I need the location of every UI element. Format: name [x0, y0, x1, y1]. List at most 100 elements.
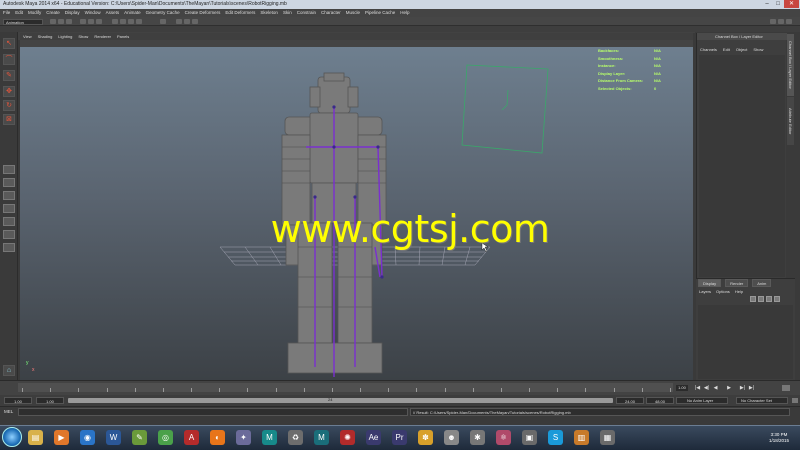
go-to-start-button[interactable]: |◀: [694, 385, 701, 391]
media-player-icon[interactable]: ▶: [54, 430, 69, 445]
hypershade-layout-icon[interactable]: [3, 230, 15, 239]
stamp-icon[interactable]: ▦: [600, 430, 615, 445]
menu-edit-deformers[interactable]: Edit Deformers: [225, 9, 255, 17]
perspective-viewport[interactable]: Backfaces: N/A Smoothness: N/A Instance: N/…: [20, 47, 693, 380]
premiere-icon[interactable]: Pr: [392, 430, 407, 445]
toggle-tool-settings-icon[interactable]: [786, 19, 792, 24]
playback-range-bar[interactable]: [68, 398, 613, 403]
current-frame-field[interactable]: 1.00: [676, 385, 688, 391]
move-layer-up-icon[interactable]: [750, 296, 756, 302]
bugs-icon[interactable]: ✽: [418, 430, 433, 445]
menu-muscle[interactable]: Muscle: [346, 9, 360, 17]
auto-key-icon[interactable]: [792, 398, 798, 403]
word-icon[interactable]: W: [106, 430, 121, 445]
menu-animate[interactable]: Animate: [124, 9, 141, 17]
firefox-icon[interactable]: ◐: [210, 430, 225, 445]
play-forwards-button[interactable]: ▶: [721, 385, 737, 391]
playback-start-field[interactable]: 1.00: [36, 397, 64, 404]
maximize-button[interactable]: □: [773, 0, 783, 8]
open-scene-icon[interactable]: [58, 19, 64, 24]
animation-preferences-icon[interactable]: [782, 385, 790, 391]
menu-assets[interactable]: Assets: [106, 9, 120, 17]
lasso-tool-icon[interactable]: ⌒: [3, 54, 15, 65]
step-forward-key-button[interactable]: ▶|: [739, 385, 746, 391]
menu-edit[interactable]: Edit: [15, 9, 23, 17]
menu-skeleton[interactable]: Skeleton: [260, 9, 278, 17]
le-menu-options[interactable]: Options: [716, 288, 730, 295]
animation-start-field[interactable]: 1.00: [4, 397, 32, 404]
snap-plane-icon[interactable]: [136, 19, 142, 24]
character-set-dropdown[interactable]: No Character Set: [736, 397, 788, 404]
chrome-icon[interactable]: ◎: [158, 430, 173, 445]
history-icon[interactable]: [160, 19, 166, 24]
cb-menu-object[interactable]: Object: [736, 46, 748, 53]
select-tool-icon[interactable]: ↖: [3, 38, 15, 49]
recycle-icon[interactable]: ♻: [288, 430, 303, 445]
scale-tool-icon[interactable]: ⊠: [3, 114, 15, 125]
menu-display[interactable]: Display: [65, 9, 80, 17]
minimize-button[interactable]: –: [762, 0, 772, 8]
menu-file[interactable]: File: [3, 9, 10, 17]
aftereffects-icon[interactable]: Ae: [366, 430, 381, 445]
tab-channel-box[interactable]: Channel Box / Layer Editor: [787, 34, 794, 96]
rotate-tool-icon[interactable]: ↻: [3, 100, 15, 111]
menu-character[interactable]: Character: [321, 9, 341, 17]
system-clock[interactable]: 3:30 PM 1/18/2015: [762, 432, 796, 444]
skype-icon[interactable]: S: [548, 430, 563, 445]
render-icon[interactable]: [176, 19, 182, 24]
single-pane-layout-icon[interactable]: [3, 165, 15, 174]
snap-grid-icon[interactable]: [112, 19, 118, 24]
step-back-key-button[interactable]: ◀|: [703, 385, 710, 391]
menu-window[interactable]: Window: [85, 9, 101, 17]
panel-menu-shading[interactable]: Shading: [38, 33, 53, 40]
snap-point-icon[interactable]: [128, 19, 134, 24]
tab-anim[interactable]: Anim: [752, 279, 772, 287]
tab-render[interactable]: Render: [725, 279, 749, 287]
le-menu-layers[interactable]: Layers: [699, 288, 711, 295]
save-scene-icon[interactable]: [66, 19, 72, 24]
menu-modify[interactable]: Modify: [28, 9, 41, 17]
custom-layout-icon[interactable]: [3, 243, 15, 252]
menu-pipeline-cache[interactable]: Pipeline Cache: [365, 9, 395, 17]
menu-create[interactable]: Create: [46, 9, 60, 17]
panel-menu-show[interactable]: Show: [78, 33, 88, 40]
close-button[interactable]: ✕: [784, 0, 799, 8]
cb-menu-show[interactable]: Show: [753, 46, 763, 53]
cb-menu-channels[interactable]: Channels: [700, 46, 717, 53]
paint-select-tool-icon[interactable]: ✎: [3, 70, 15, 81]
menu-help[interactable]: Help: [400, 9, 409, 17]
new-layer-selected-icon[interactable]: [774, 296, 780, 302]
time-slider-track[interactable]: [18, 383, 673, 392]
play-backwards-button[interactable]: ◀: [712, 385, 719, 391]
select-component-icon[interactable]: [96, 19, 102, 24]
cb-menu-edit[interactable]: Edit: [723, 46, 730, 53]
menu-skin[interactable]: Skin: [283, 9, 292, 17]
mel-label[interactable]: MEL: [4, 409, 13, 414]
tab-display[interactable]: Display: [698, 279, 722, 287]
select-object-icon[interactable]: [88, 19, 94, 24]
panel-menu-panels[interactable]: Panels: [117, 33, 129, 40]
maya-icon[interactable]: M: [262, 430, 277, 445]
playback-end-field[interactable]: 24.00: [616, 397, 644, 404]
media-icon[interactable]: ▣: [522, 430, 537, 445]
toggle-attribute-editor-icon[interactable]: [778, 19, 784, 24]
menu-constrain[interactable]: Constrain: [297, 9, 316, 17]
animation-end-field[interactable]: 48.00: [646, 397, 674, 404]
store-icon[interactable]: ✦: [236, 430, 251, 445]
toggle-channel-box-icon[interactable]: [770, 19, 776, 24]
move-tool-icon[interactable]: ✥: [3, 86, 15, 97]
go-to-end-button[interactable]: ▶|: [748, 385, 755, 391]
start-button[interactable]: [2, 427, 22, 447]
tab-attribute-editor[interactable]: Attribute Editor: [787, 97, 794, 145]
two-pane-layout-icon[interactable]: [3, 191, 15, 200]
panel-menu-renderer[interactable]: Renderer: [94, 33, 111, 40]
panel-menu-view[interactable]: View: [23, 33, 32, 40]
tools-icon[interactable]: ✱: [470, 430, 485, 445]
paint-icon[interactable]: ✎: [132, 430, 147, 445]
command-input[interactable]: [18, 408, 408, 416]
move-layer-down-icon[interactable]: [758, 296, 764, 302]
bag-icon[interactable]: ▥: [574, 430, 589, 445]
acrobat-icon[interactable]: A: [184, 430, 199, 445]
virus-icon[interactable]: ✺: [340, 430, 355, 445]
menu-create-deformers[interactable]: Create Deformers: [185, 9, 221, 17]
